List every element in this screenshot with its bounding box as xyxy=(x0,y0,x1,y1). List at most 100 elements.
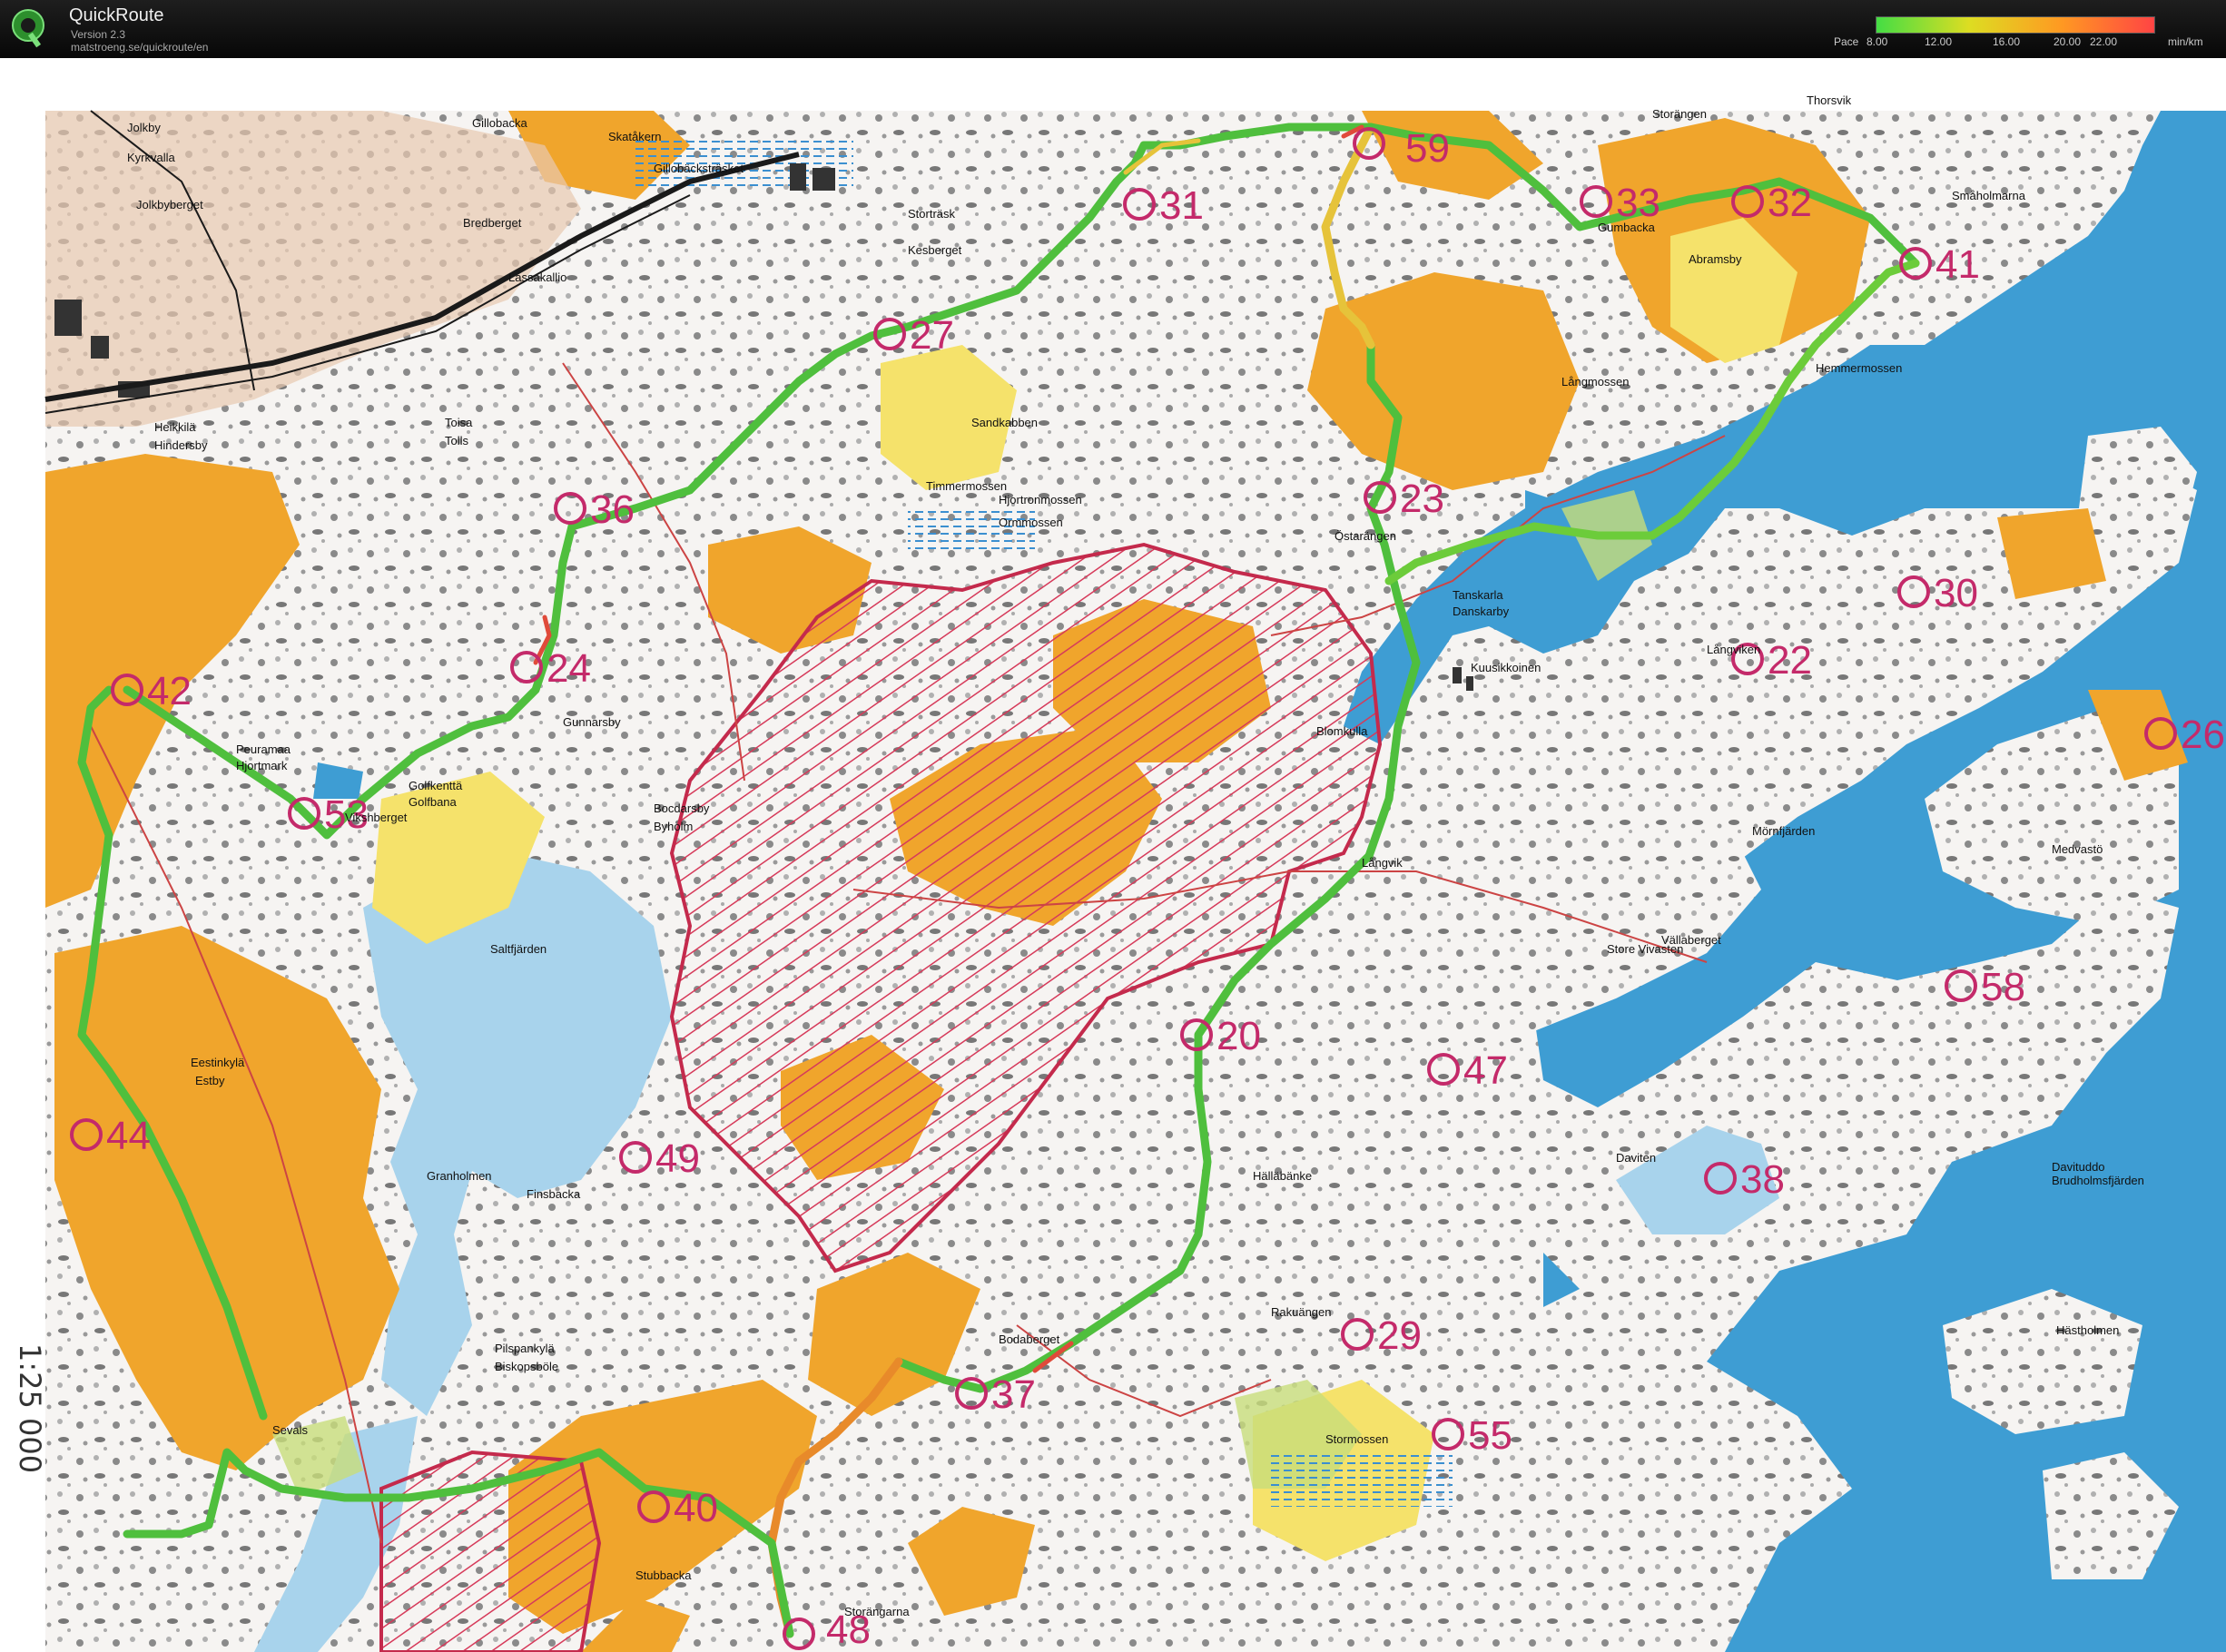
control-number: 55 xyxy=(1468,1413,1512,1458)
place-name: Småholmarna xyxy=(1952,189,2026,202)
place-name: Gillobäcksträsket xyxy=(654,162,744,175)
place-name: Storängarna xyxy=(844,1605,910,1618)
place-name: Thorsvik xyxy=(1807,93,1852,107)
place-name: Timmermossen xyxy=(926,479,1007,493)
place-name: Hästholmen xyxy=(2056,1323,2119,1337)
control-number: 59 xyxy=(1405,126,1450,171)
place-name: Vikshberget xyxy=(345,811,408,824)
place-name: Bocdarsby xyxy=(654,801,710,815)
place-name: Blomkulla xyxy=(1316,724,1368,738)
place-name: Hjortronmossen xyxy=(999,493,1082,506)
place-name: Gumbacka xyxy=(1598,221,1656,234)
place-name: Kesberget xyxy=(908,243,962,257)
place-name: Toisa xyxy=(445,416,473,429)
place-name: Pilspankylä xyxy=(495,1342,556,1355)
app-version: Version 2.3 xyxy=(71,28,126,41)
control-number: 27 xyxy=(910,313,954,358)
control-number: 31 xyxy=(1159,183,1204,228)
control-number: 26 xyxy=(2181,713,2225,757)
place-name: Tolls xyxy=(445,434,469,447)
pace-tick: 20.00 xyxy=(2054,35,2082,48)
place-name: Sevals xyxy=(272,1423,309,1437)
place-name: Golfkenttä xyxy=(409,779,463,792)
place-name: Abramsby xyxy=(1689,252,1742,266)
pace-tick: 16.00 xyxy=(1993,35,2021,48)
place-name: Sandkabben xyxy=(971,416,1038,429)
control-number: 30 xyxy=(1934,571,1978,615)
place-name: Peuramaa xyxy=(236,742,291,756)
orienteering-map: 31 33 32412736 233022264224532047584449 3829… xyxy=(13,93,2226,1652)
marsh-area xyxy=(1271,1452,1453,1507)
place-name: Gillobacka xyxy=(472,116,527,130)
pace-label: Pace xyxy=(1834,35,1859,48)
place-name: Davituddo xyxy=(2052,1160,2105,1174)
quickroute-logo-icon xyxy=(12,9,44,48)
place-name: Gunnarsby xyxy=(563,715,621,729)
control-number: 58 xyxy=(1981,965,2025,1009)
control-number: 40 xyxy=(674,1486,718,1530)
control-number: 36 xyxy=(590,487,635,532)
place-name: Finsbacka xyxy=(527,1187,581,1201)
scale-note: 1:25 000 xyxy=(13,1343,47,1473)
place-name: Hjortmark xyxy=(236,759,288,772)
place-name: Hindersby xyxy=(154,438,208,452)
app-url-link[interactable]: matstroeng.se/quickroute/en xyxy=(71,41,208,54)
place-name: Heikkilä xyxy=(154,420,196,434)
place-name: Lassakallio xyxy=(508,270,566,284)
pace-unit: min/km xyxy=(2168,35,2203,48)
place-name: Tanskarla xyxy=(1453,588,1503,602)
control-number: 20 xyxy=(1216,1014,1261,1058)
place-name: Stubbacka xyxy=(635,1568,692,1582)
control-number: 29 xyxy=(1377,1313,1422,1358)
pace-tick: 12.00 xyxy=(1925,35,1953,48)
place-name: Daviten xyxy=(1616,1151,1656,1165)
pace-tick: 22.00 xyxy=(2090,35,2118,48)
place-name: Bodaberget xyxy=(999,1332,1060,1346)
orienteering-map-viewport[interactable]: 31 33 32 41 27 36 23 30 22 26 42 24 53 20 47 58 44 49 38 29… xyxy=(0,58,2226,1652)
control-number: 23 xyxy=(1400,477,1444,521)
place-name: Eestinkylä xyxy=(191,1056,245,1069)
control-number: 38 xyxy=(1740,1157,1785,1202)
control-number: 24 xyxy=(547,646,591,691)
control-number: 49 xyxy=(655,1136,700,1181)
control-number: 47 xyxy=(1463,1048,1508,1093)
place-name: Jolkby xyxy=(127,121,161,134)
place-name: Granholmen xyxy=(427,1169,492,1183)
place-name: Storträsk xyxy=(908,207,956,221)
place-name: Långviken xyxy=(1707,643,1760,656)
control-number: 33 xyxy=(1616,181,1660,225)
place-name: Ormmossen xyxy=(999,516,1063,529)
control-number: 37 xyxy=(991,1372,1036,1417)
control-number: 44 xyxy=(106,1114,151,1158)
control-number: 32 xyxy=(1768,181,1812,225)
place-name: Stormossen xyxy=(1325,1432,1388,1446)
place-name: Golfbana xyxy=(409,795,458,809)
place-name: Mörnfjärden xyxy=(1752,824,1815,838)
place-name: Hälläbänke xyxy=(1253,1169,1312,1183)
pace-tick: 8.00 xyxy=(1866,35,1888,48)
app-titlebar: QuickRoute Version 2.3 matstroeng.se/qui… xyxy=(0,0,2226,58)
place-name: Danskarby xyxy=(1453,605,1510,618)
place-name: Byholm xyxy=(654,820,693,833)
place-name: Kuusikkoinen xyxy=(1471,661,1541,674)
place-name: Jolkbyberget xyxy=(136,198,203,211)
place-name: Långvik xyxy=(1362,856,1403,870)
place-name: Bredberget xyxy=(463,216,522,230)
place-name: Saltfjärden xyxy=(490,942,547,956)
place-name: Skatåkern xyxy=(608,130,662,143)
control-number: 41 xyxy=(1935,242,1980,287)
control-number: 22 xyxy=(1768,638,1812,683)
place-name: Medvastö xyxy=(2052,842,2103,856)
place-name: Rakuängen xyxy=(1271,1305,1332,1319)
place-name: Vällaberget xyxy=(1661,933,1721,947)
place-name: Hemmermossen xyxy=(1816,361,1902,375)
app-name: QuickRoute xyxy=(69,5,164,25)
place-name: Storängen xyxy=(1652,107,1707,121)
place-name: Kyrkvalla xyxy=(127,151,176,164)
place-name: Biskopsböle xyxy=(495,1360,558,1373)
pace-color-scale xyxy=(1876,16,2155,34)
place-name: Brudholmsfjärden xyxy=(2052,1174,2144,1187)
place-name: Östarängen xyxy=(1335,529,1396,543)
place-name: Långmossen xyxy=(1561,375,1629,388)
control-number: 42 xyxy=(147,669,192,713)
